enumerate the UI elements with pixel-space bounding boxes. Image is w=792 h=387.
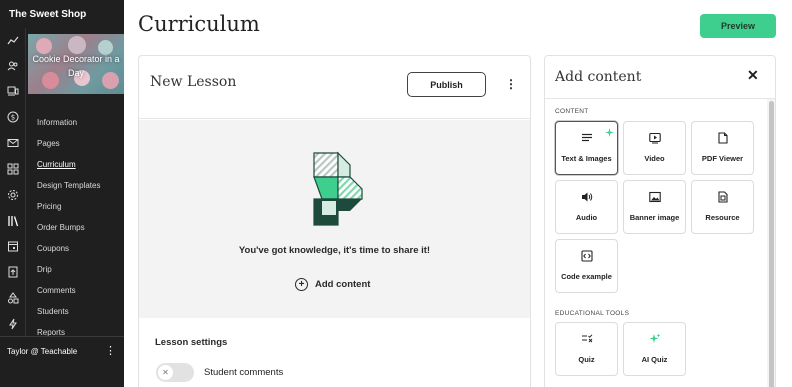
analytics-icon[interactable] [0,32,26,50]
image-icon [624,191,685,203]
kebab-menu-icon[interactable]: ⋮ [105,345,116,357]
dollar-icon[interactable]: $ [0,108,26,126]
lesson-title[interactable]: New Lesson [150,74,236,90]
kebab-menu-icon[interactable]: ⋮ [505,78,517,90]
nav-item-drip[interactable]: Drip [37,263,100,284]
add-content-label: Add content [315,279,371,290]
tile-label: Text & Images [561,154,612,163]
nav-item-design-templates[interactable]: Design Templates [37,179,100,200]
plus-circle-icon: + [295,278,308,291]
tile-label: AI Quiz [641,355,668,364]
course-title: Cookie Decorator in a Day [32,54,120,78]
panel-header: Add content ✕ [545,56,775,99]
course-cover-image[interactable]: Cookie Decorator in a Day [28,34,124,94]
nav-item-pricing[interactable]: Pricing [37,200,100,221]
student-comments-label: Student comments [204,367,284,378]
nav-item-curriculum[interactable]: Curriculum [37,158,100,179]
sidebar: The Sweet Shop $ Cookie Decorator in a D… [0,0,124,387]
bolt-icon[interactable] [0,315,26,333]
student-comments-toggle[interactable]: ✕ [156,363,194,382]
quiz-icon [556,333,617,345]
lesson-header: New Lesson Publish ⋮ [139,56,530,119]
icon-rail: $ [0,28,26,336]
code-icon [556,250,617,262]
nav-item-students[interactable]: Students [37,305,100,326]
content-tile-audio[interactable]: Audio [555,180,618,234]
content-tile-code-example[interactable]: Code example [555,239,618,293]
content-tile-pdf-viewer[interactable]: PDF Viewer [691,121,754,175]
resource-file-icon [692,191,753,203]
users-icon[interactable] [0,57,26,75]
nav-item-pages[interactable]: Pages [37,137,100,158]
tile-label: Resource [705,213,740,222]
content-tile-video[interactable]: Video [623,121,686,175]
add-content-panel: Add content ✕ CONTENT Text & Images Vide… [544,55,776,387]
upload-icon[interactable] [0,263,26,281]
gear-icon[interactable] [0,186,26,204]
content-tile-text-images[interactable]: Text & Images [555,121,618,175]
library-icon[interactable] [0,212,26,230]
grid-icon[interactable] [0,160,26,178]
video-play-icon [624,132,685,144]
publish-button[interactable]: Publish [407,72,486,97]
text-lines-icon [556,132,617,144]
tool-tile-ai-quiz[interactable]: AI Quiz [623,322,686,376]
panel-title: Add content [555,69,642,85]
tool-tile-quiz[interactable]: Quiz [555,322,618,376]
nav-item-coupons[interactable]: Coupons [37,242,100,263]
calendar-icon[interactable] [0,237,26,255]
lesson-empty-state: You've got knowledge, it's time to share… [139,120,530,318]
preview-button[interactable]: Preview [700,14,776,38]
nav-item-comments[interactable]: Comments [37,284,100,305]
devices-icon[interactable] [0,82,26,100]
content-section-label: CONTENT [555,108,589,115]
tile-label: Quiz [578,355,595,364]
course-nav: Information Pages Curriculum Design Temp… [37,116,100,347]
empty-state-message: You've got knowledge, it's time to share… [238,245,431,256]
knowledge-illustration-icon [313,151,363,226]
school-name[interactable]: The Sweet Shop [9,9,86,20]
content-tile-resource[interactable]: Resource [691,180,754,234]
speaker-icon [556,191,617,203]
document-icon [692,132,753,144]
tile-label: Video [644,154,665,163]
lesson-editor: New Lesson Publish ⋮ You've got knowledg… [138,55,531,387]
sparkle-icon [624,333,685,345]
nav-item-order-bumps[interactable]: Order Bumps [37,221,100,242]
sidebar-footer [0,365,124,387]
svg-text:$: $ [11,114,15,122]
shapes-icon[interactable] [0,289,26,307]
nav-item-information[interactable]: Information [37,116,100,137]
user-menu[interactable]: Taylor @ Teachable ⋮ [0,336,124,365]
tile-label: Banner image [629,213,680,222]
close-icon: ✕ [158,365,173,380]
page-title: Curriculum [138,12,260,36]
close-icon[interactable]: ✕ [747,68,759,82]
educational-tools-section-label: EDUCATIONAL TOOLS [555,310,630,317]
tile-label: PDF Viewer [701,154,744,163]
lesson-settings-title: Lesson settings [155,337,228,348]
add-content-button[interactable]: + Add content [295,278,370,291]
content-tile-banner-image[interactable]: Banner image [623,180,686,234]
tile-label: Code example [561,272,612,281]
panel-scrollbar-thumb[interactable] [769,101,774,387]
mail-icon[interactable] [0,134,26,152]
tile-label: Audio [575,213,598,222]
user-name: Taylor @ Teachable [7,346,78,356]
